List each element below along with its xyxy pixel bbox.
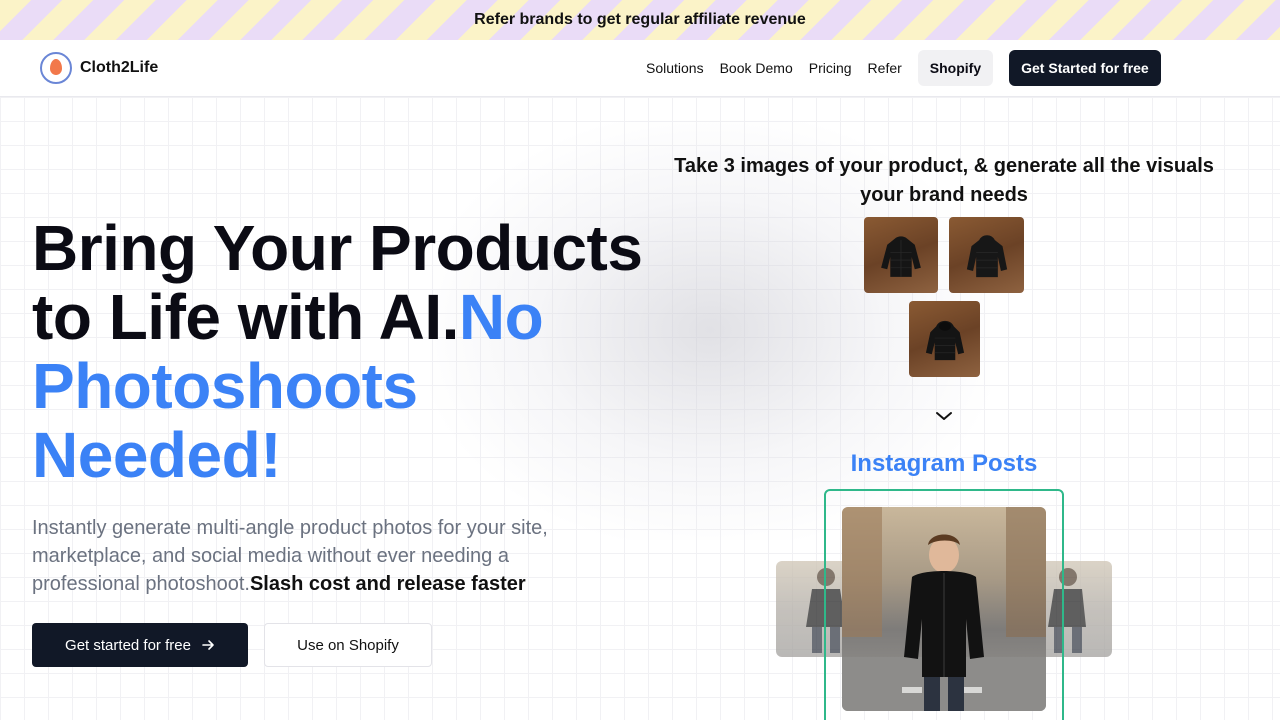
hero-subtext: Instantly generate multi-angle product p… (32, 514, 622, 598)
jacket-icon (966, 234, 1007, 277)
get-started-button[interactable]: Get started for free (32, 623, 248, 667)
hero-headline: Bring Your Products to Life with AI.No P… (32, 214, 652, 490)
instagram-posts-label: Instagram Posts (850, 450, 1038, 477)
showcase-title: Take 3 images of your product, & generat… (674, 155, 1214, 206)
input-image-front (864, 217, 938, 293)
use-on-shopify-label: Use on Shopify (297, 636, 399, 654)
get-started-header-button[interactable]: Get Started for free (1009, 50, 1161, 86)
chevron-down-icon[interactable] (934, 406, 954, 426)
announcement-bar[interactable]: Refer brands to get regular affiliate re… (0, 0, 1280, 40)
input-image-hood (909, 301, 980, 377)
input-image-back (949, 217, 1024, 293)
child-in-jacket-photo (842, 507, 1046, 711)
logo[interactable]: Cloth2Life (40, 52, 158, 84)
site-header: Cloth2Life Solutions Book Demo Pricing R… (0, 40, 1280, 97)
nav-book-demo[interactable]: Book Demo (720, 60, 793, 76)
nav-pricing[interactable]: Pricing (809, 60, 852, 76)
use-on-shopify-button[interactable]: Use on Shopify (264, 623, 432, 667)
announcement-text[interactable]: Refer brands to get regular affiliate re… (474, 11, 806, 29)
output-image-main (842, 507, 1046, 711)
subtext-strong: Slash cost and release faster (249, 573, 526, 595)
shopify-button[interactable]: Shopify (917, 50, 994, 86)
logo-text: Cloth2Life (80, 59, 159, 76)
jacket-icon (881, 235, 921, 277)
nav-refer[interactable]: Refer (868, 60, 902, 76)
nav-solutions[interactable]: Solutions (646, 60, 704, 76)
main-nav: Solutions Book Demo Pricing Refer Shopif… (646, 50, 1161, 86)
logo-icon (40, 52, 72, 84)
arrow-right-icon (202, 640, 214, 650)
get-started-label: Get started for free (65, 636, 191, 654)
jacket-icon (925, 320, 964, 360)
headline-main: Bring Your Products to Life with AI. (32, 212, 643, 353)
